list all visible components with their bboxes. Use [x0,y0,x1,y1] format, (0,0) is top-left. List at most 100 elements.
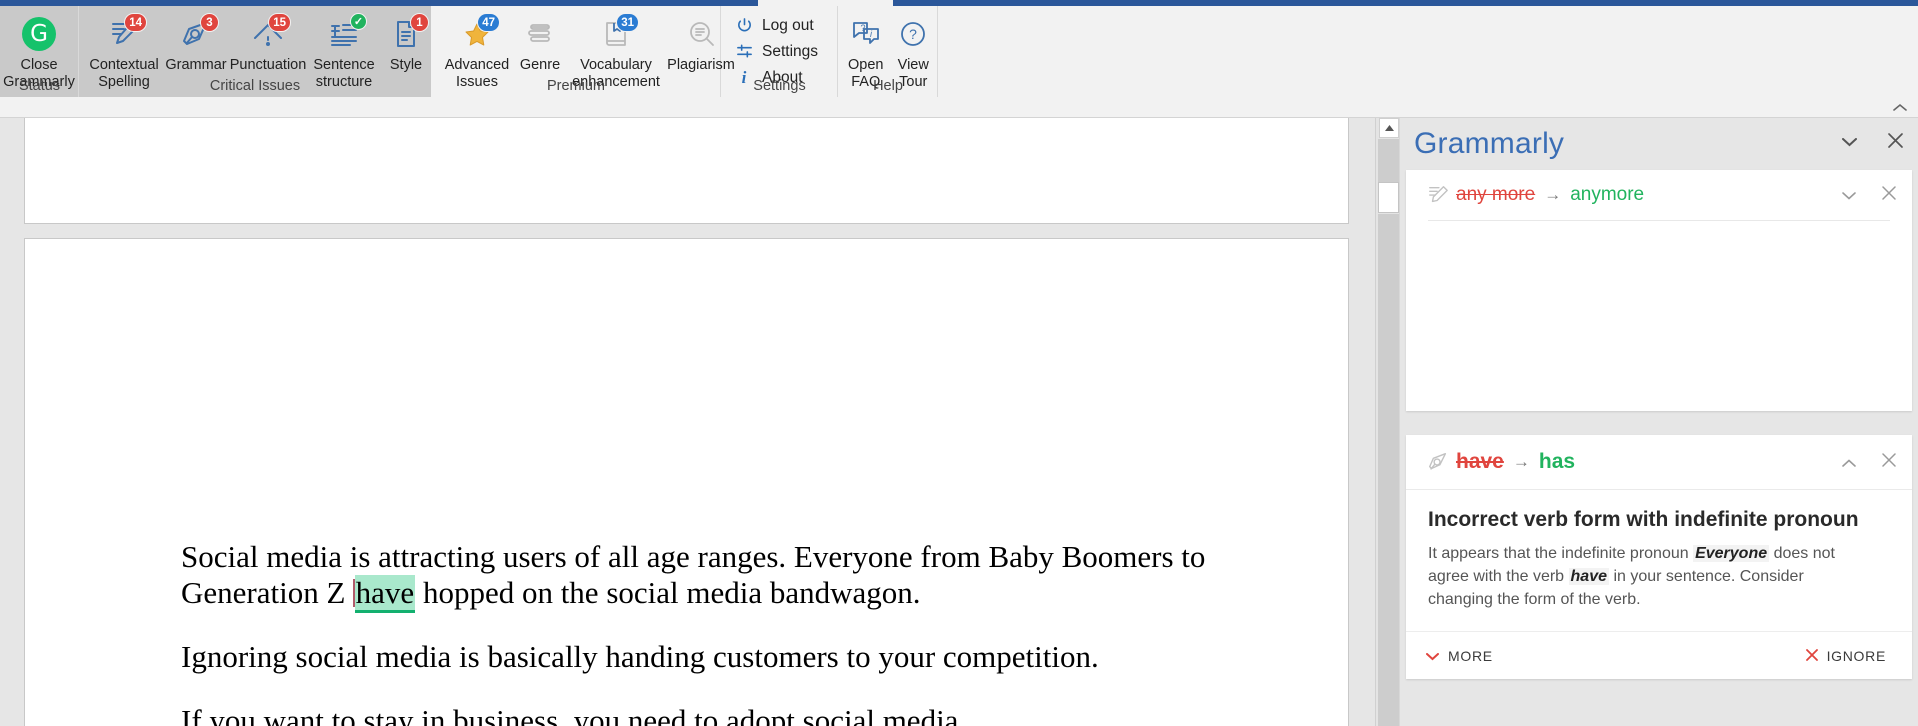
desc-part-0: It appears that the indefinite pronoun [1428,545,1694,562]
magnifier-lines-icon [679,14,723,54]
scrollbar-track-upper[interactable] [1378,139,1399,182]
stacked-books-icon [518,14,562,54]
settings-button[interactable]: Settings [731,41,823,63]
suggestion-description: It appears that the indefinite pronoun E… [1406,532,1912,631]
ignore-label: IGNORE [1826,647,1886,664]
document-canvas[interactable]: Social media is attracting users of all … [0,118,1375,726]
panel-header: Grammarly [1400,118,1918,170]
suggestion-collapse-button[interactable] [1842,454,1856,471]
ribbon-group-label-status: Status [18,78,61,94]
style-button[interactable]: 1 Style [381,10,431,74]
grammarly-word-addin-window: G Close Grammarly Status 14 Contextual S… [0,0,1918,726]
close-icon [1882,453,1896,467]
paragraph-1-text-after: hopped on the social media bandwagon. [415,575,921,610]
suggestion-replacement-text[interactable]: has [1539,450,1575,474]
chevron-down-icon [1426,648,1439,664]
document-page-current[interactable]: Social media is attracting users of all … [24,238,1349,726]
more-label: MORE [1448,647,1493,664]
grammar-highlight-have[interactable]: have [354,575,416,613]
suggestion-replacement-text[interactable]: anymore [1570,184,1644,206]
desc-emphasis-have: have [1568,568,1609,585]
book-bookmark-icon: 31 [594,13,639,54]
suggestion-card-anymore-body [1406,221,1912,411]
document-style-icon: 1 [384,13,429,54]
grammar-button[interactable]: 3 Grammar [163,10,229,74]
ribbon-group-status: G Close Grammarly Status [0,6,79,97]
speech-bubbles-question-icon: ? i [844,14,888,54]
settings-label: Settings [762,42,819,60]
document-paragraph-2[interactable]: Ignoring social media is basically handi… [181,639,1221,675]
ribbon-group-label-critical-issues: Critical Issues [209,78,301,94]
document-text-body[interactable]: Social media is attracting users of all … [181,539,1221,726]
suggestion-card-footer: MORE IGNORE [1406,631,1912,679]
pencil-lines-icon [1426,184,1456,206]
ribbon-group-label-help: Help [873,78,903,94]
x-icon [1805,648,1818,664]
question-circle-icon: ? [891,14,935,54]
ribbon-collapse-button[interactable] [1892,101,1908,116]
chevron-up-icon [1893,103,1907,111]
log-out-button[interactable]: Log out [731,15,823,37]
fountain-pen-icon [1426,450,1456,474]
grammarly-logo-icon: G [17,14,61,54]
grammar-label: Grammar [165,57,227,73]
caret-punctuation-icon: 15 [246,13,291,54]
chevron-down-icon [1842,137,1857,146]
scrollbar-track-lower[interactable] [1378,214,1399,726]
suggestion-card-anymore[interactable]: any more → anymore [1406,170,1912,411]
arrow-right-icon: → [1544,185,1562,204]
style-label: Style [389,57,423,73]
vocabulary-enhancement-badge: 31 [616,13,639,32]
paragraph-lines-icon: ✓ [322,13,367,54]
sentence-structure-badge: ✓ [350,13,367,30]
close-icon [1882,186,1896,200]
suggestion-card-anymore-row[interactable]: any more → anymore [1406,170,1912,220]
suggestion-card-have-has[interactable]: have → has Incorrect verb form with inde… [1406,435,1912,679]
arrow-right-icon: → [1512,452,1530,471]
suggestion-original-text: have [1456,450,1504,473]
svg-text:i: i [870,29,873,39]
contextual-spelling-badge: 14 [124,13,147,32]
document-page-previous [24,118,1349,224]
chevron-up-icon [1842,458,1856,467]
suggestion-title: Incorrect verb form with indefinite pron… [1428,508,1859,531]
advanced-issues-badge: 47 [477,13,500,32]
desc-emphasis-everyone: Everyone [1693,545,1770,562]
panel-title: Grammarly [1414,127,1565,160]
ignore-button[interactable]: IGNORE [1805,647,1886,664]
suggestion-dismiss-button[interactable] [1882,453,1896,471]
punctuation-badge: 15 [268,13,291,32]
log-out-label: Log out [762,16,814,34]
star-icon: 47 [455,13,500,54]
panel-close-button[interactable] [1887,132,1904,153]
suggestion-dismiss-button[interactable] [1882,186,1896,204]
grammarly-ribbon: G Close Grammarly Status 14 Contextual S… [0,6,1918,118]
ribbon-group-premium: 47 Advanced Issues Genre 31 Vocabulary e… [431,6,735,97]
chevron-down-icon [1842,191,1856,200]
triangle-up-icon [1384,125,1394,131]
scrollbar-thumb[interactable] [1378,182,1399,213]
ribbon-group-settings: Log out Settings i About Settings [721,6,838,97]
suggestion-original-text: any more [1456,184,1536,205]
svg-text:?: ? [860,23,865,33]
suggestion-card-have-has-row[interactable]: have → has [1406,435,1912,489]
panel-minimize-button[interactable] [1842,135,1857,151]
more-button[interactable]: MORE [1426,648,1493,664]
scroll-up-button[interactable] [1379,118,1399,138]
ribbon-group-label-premium: Premium [546,78,605,94]
style-badge: 1 [410,13,429,32]
suggestion-expand-button[interactable] [1842,187,1856,204]
grammar-badge: 3 [200,13,219,32]
genre-button[interactable]: Genre [513,10,567,74]
document-vertical-scrollbar[interactable] [1375,118,1399,726]
ribbon-group-critical-issues: 14 Contextual Spelling 3 Grammar 15 Punc… [79,6,431,97]
punctuation-label: Punctuation [229,57,307,73]
close-icon [1888,133,1903,148]
document-paragraph-3[interactable]: If you want to stay in business, you nee… [181,703,1221,726]
document-paragraph-1[interactable]: Social media is attracting users of all … [181,539,1221,613]
ribbon-group-label-settings: Settings [753,78,806,94]
punctuation-button[interactable]: 15 Punctuation [229,10,307,74]
power-icon [735,17,753,35]
ribbon-group-help: ? i Open FAQ ? View Tour Help [838,6,938,97]
fountain-pen-icon: 3 [174,13,219,54]
